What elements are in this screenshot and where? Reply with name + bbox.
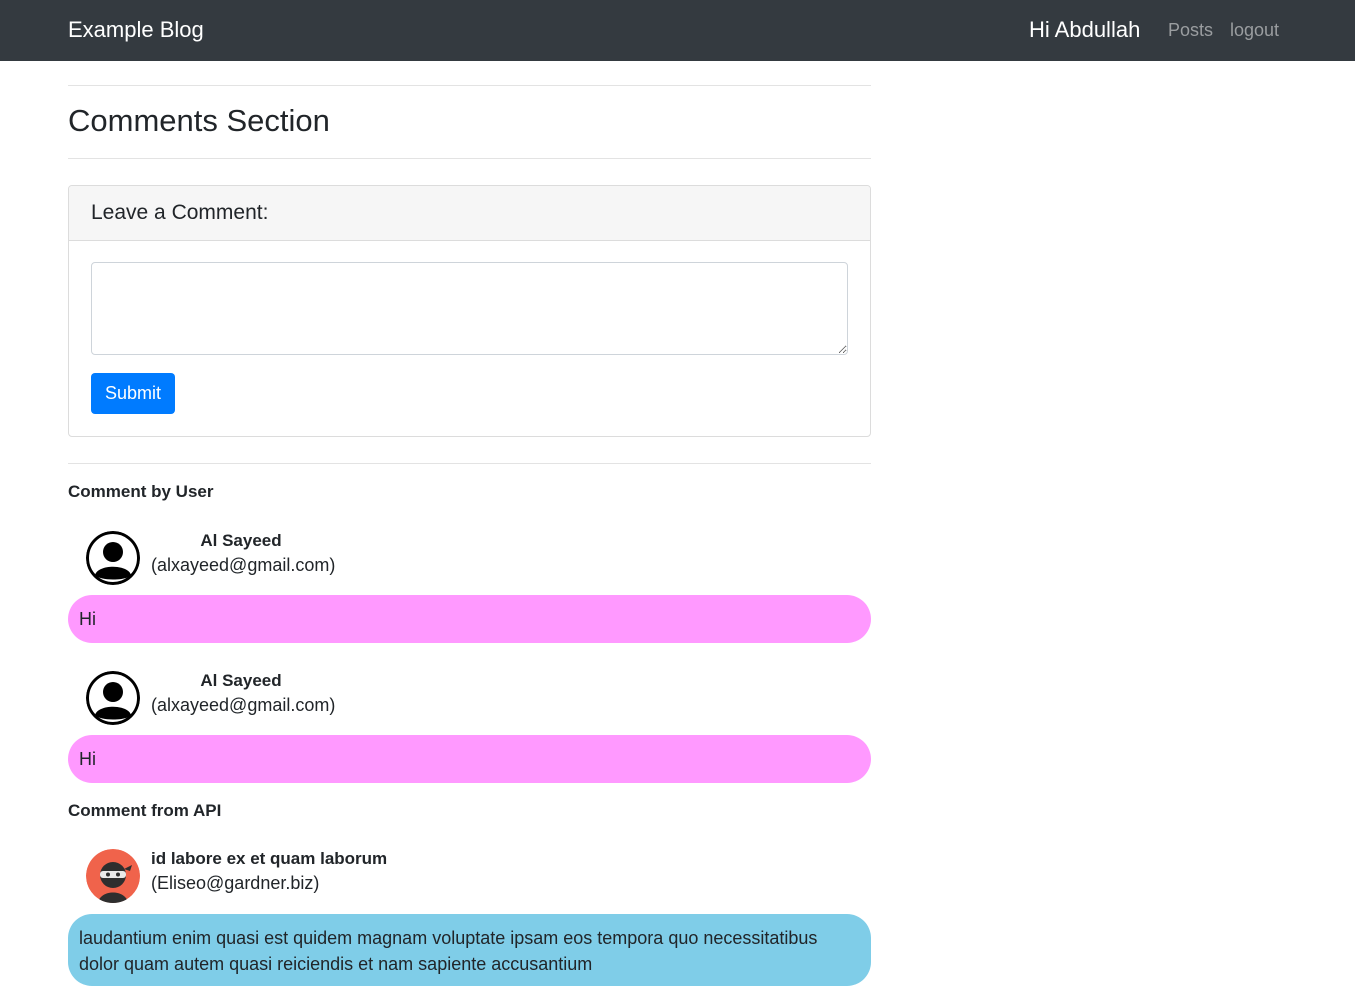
user-avatar-icon — [86, 531, 140, 585]
comment-bubble: Hi — [68, 735, 871, 783]
comment-author-name: Al Sayeed — [200, 531, 282, 550]
comment-author-email: (alxayeed@gmail.com) — [151, 555, 336, 575]
comment-author-email: (Eliseo@gardner.biz) — [151, 873, 320, 893]
user-avatar-icon — [86, 671, 140, 725]
comment-textarea[interactable] — [91, 262, 848, 355]
divider — [68, 463, 871, 464]
leave-comment-header: Leave a Comment: — [69, 186, 870, 241]
ninja-avatar-icon — [86, 849, 140, 903]
brand-link[interactable]: Example Blog — [68, 16, 204, 44]
user-comments-heading: Comment by User — [68, 482, 214, 501]
comment-bubble: Hi — [68, 595, 871, 643]
comment-author-name: id labore ex et quam laborum — [151, 849, 388, 868]
submit-button[interactable]: Submit — [91, 373, 175, 414]
nav-posts-link[interactable]: Posts — [1168, 19, 1213, 41]
comments-section-title: Comments Section — [68, 103, 330, 138]
comment-bubble: laudantium enim quasi est quidem magnam … — [68, 914, 871, 986]
comment-author-name: Al Sayeed — [200, 671, 282, 690]
divider — [68, 85, 871, 86]
user-greeting: Hi Abdullah — [1029, 17, 1141, 42]
nav-logout-link[interactable]: logout — [1230, 19, 1279, 41]
navbar: Example Blog Hi Abdullah Posts logout — [0, 0, 1355, 61]
comment-author-email: (alxayeed@gmail.com) — [151, 695, 336, 715]
api-comments-heading: Comment from API — [68, 801, 222, 820]
divider — [68, 158, 871, 159]
leave-comment-card: Leave a Comment: Submit — [68, 185, 871, 437]
